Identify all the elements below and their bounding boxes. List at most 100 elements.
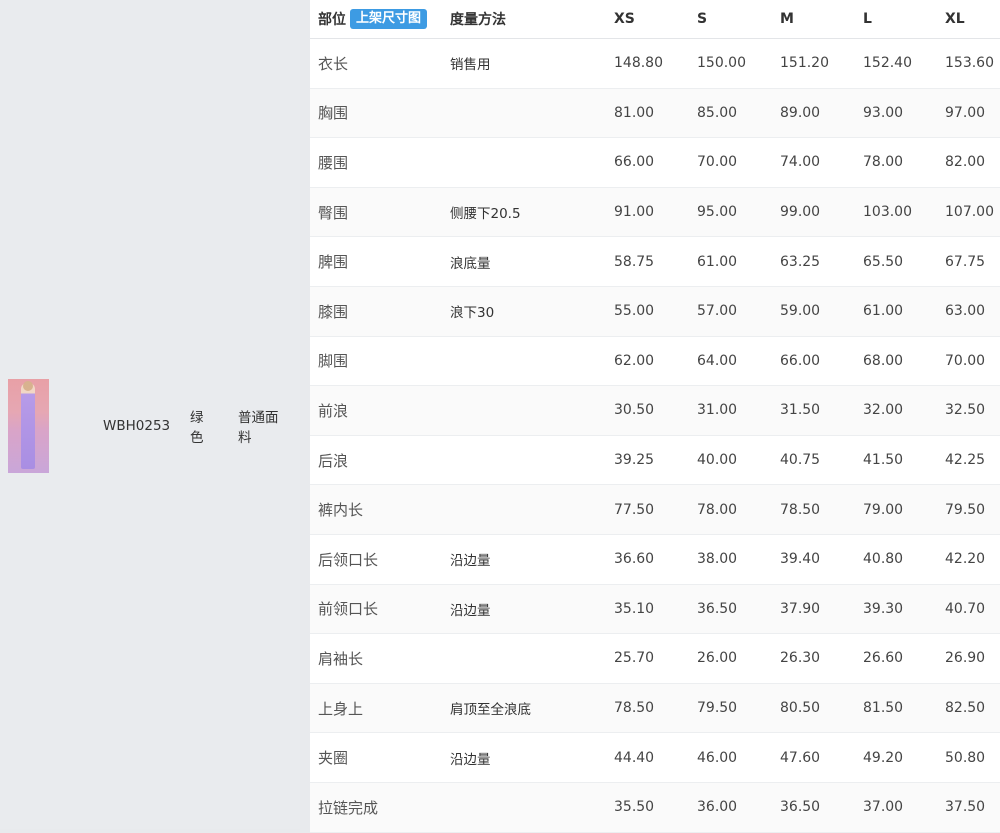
cell-size-xl: 70.00 xyxy=(945,352,986,369)
cell-size-l: 81.50 xyxy=(863,700,904,717)
cell-size-m: 80.50 xyxy=(780,700,821,717)
product-thumbnail[interactable] xyxy=(8,379,49,473)
table-row: 肩袖长 25.70 26.00 26.30 26.60 26.90 xyxy=(310,634,1000,684)
table-row: 脾围 浪底量 58.75 61.00 63.25 65.50 67.75 xyxy=(310,237,1000,287)
cell-part: 上身上 xyxy=(318,699,364,718)
cell-size-xs: 39.25 xyxy=(614,452,655,469)
cell-part: 腰围 xyxy=(318,153,349,172)
table-row: 前领口长 沿边量 35.10 36.50 37.90 39.30 40.70 xyxy=(310,584,1000,635)
cell-size-l: 40.80 xyxy=(863,551,904,568)
cell-size-s: 61.00 xyxy=(697,253,738,270)
cell-size-s: 36.00 xyxy=(697,799,738,816)
cell-method: 沿边量 xyxy=(450,751,491,768)
cell-size-xl: 40.70 xyxy=(945,600,986,617)
header-part: 部位 上架尺寸图 xyxy=(318,0,428,38)
cell-size-l: 37.00 xyxy=(863,799,904,816)
cell-size-xl: 50.80 xyxy=(945,749,986,766)
cell-size-xl: 79.50 xyxy=(945,501,986,518)
cell-size-xl: 32.50 xyxy=(945,402,986,419)
cell-method: 侧腰下20.5 xyxy=(450,206,521,223)
cell-size-xs: 35.50 xyxy=(614,799,655,816)
cell-size-s: 78.00 xyxy=(697,501,738,518)
cell-size-l: 41.50 xyxy=(863,452,904,469)
cell-size-l: 49.20 xyxy=(863,749,904,766)
header-method: 度量方法 xyxy=(450,12,506,28)
cell-size-xl: 42.25 xyxy=(945,452,986,469)
cell-size-xl: 82.00 xyxy=(945,154,986,171)
cell-size-m: 99.00 xyxy=(780,204,821,221)
cell-size-xs: 148.80 xyxy=(614,55,663,72)
header-size-s: S xyxy=(697,11,708,27)
cell-size-l: 79.00 xyxy=(863,501,904,518)
cell-part: 膝围 xyxy=(318,302,349,321)
header-size-xs: XS xyxy=(614,11,635,27)
cell-size-xs: 36.60 xyxy=(614,551,655,568)
cell-size-xs: 62.00 xyxy=(614,352,655,369)
cell-size-l: 78.00 xyxy=(863,154,904,171)
cell-size-xl: 37.50 xyxy=(945,799,986,816)
table-row: 后领口长 沿边量 36.60 38.00 39.40 40.80 42.20 xyxy=(310,535,1000,585)
table-row: 衣长 销售用 148.80 150.00 151.20 152.40 153.60 xyxy=(310,39,1000,89)
cell-size-xs: 81.00 xyxy=(614,104,655,121)
cell-size-xl: 97.00 xyxy=(945,104,986,121)
cell-part: 肩袖长 xyxy=(318,649,364,668)
cell-size-m: 151.20 xyxy=(780,55,829,72)
size-chart-table: 部位 上架尺寸图 度量方法 XS S M L XL 衣长 销售用 148.80 150… xyxy=(310,0,1000,833)
cell-size-m: 47.60 xyxy=(780,749,821,766)
cell-size-s: 150.00 xyxy=(697,55,746,72)
cell-size-s: 85.00 xyxy=(697,104,738,121)
table-row: 上身上 肩顶至全浪底 78.50 79.50 80.50 81.50 82.50 xyxy=(310,683,1000,734)
cell-size-l: 26.60 xyxy=(863,650,904,667)
cell-size-s: 38.00 xyxy=(697,551,738,568)
header-size-xl: XL xyxy=(945,11,965,27)
table-body: 衣长 销售用 148.80 150.00 151.20 152.40 153.60 胸围 81.… xyxy=(310,39,1000,833)
cell-part: 前领口长 xyxy=(318,600,379,619)
cell-size-xs: 44.40 xyxy=(614,749,655,766)
table-row: 后浪 39.25 40.00 40.75 41.50 42.25 xyxy=(310,436,1000,486)
cell-size-xl: 63.00 xyxy=(945,303,986,320)
table-row: 夹圈 沿边量 44.40 46.00 47.60 49.20 50.80 xyxy=(310,733,1000,783)
cell-size-xs: 91.00 xyxy=(614,204,655,221)
table-row: 胸围 81.00 85.00 89.00 93.00 97.00 xyxy=(310,88,1000,139)
table-row: 腰围 66.00 70.00 74.00 78.00 82.00 xyxy=(310,138,1000,188)
cell-part: 拉链完成 xyxy=(318,798,379,817)
cell-size-xl: 82.50 xyxy=(945,700,986,717)
cell-size-s: 79.50 xyxy=(697,700,738,717)
product-color: 绿色 xyxy=(190,410,204,446)
header-size-m: M xyxy=(780,11,794,27)
cell-size-m: 74.00 xyxy=(780,154,821,171)
header-part-label: 部位 xyxy=(318,12,346,28)
table-row: 拉链完成 35.50 36.00 36.50 37.00 37.50 xyxy=(310,782,1000,833)
cell-size-xs: 30.50 xyxy=(614,402,655,419)
cell-method: 浪底量 xyxy=(450,255,491,272)
cell-method: 沿边量 xyxy=(450,602,491,619)
cell-method: 肩顶至全浪底 xyxy=(450,702,531,719)
model-figure xyxy=(21,381,35,469)
listing-size-chart-button[interactable]: 上架尺寸图 xyxy=(350,9,428,29)
table-row: 膝围 浪下30 55.00 57.00 59.00 61.00 63.00 xyxy=(310,286,1000,337)
cell-method: 销售用 xyxy=(450,57,491,74)
cell-method: 沿边量 xyxy=(450,553,491,570)
cell-size-s: 31.00 xyxy=(697,402,738,419)
cell-part: 脾围 xyxy=(318,253,349,272)
cell-size-l: 103.00 xyxy=(863,204,912,221)
cell-size-xs: 77.50 xyxy=(614,501,655,518)
cell-size-m: 59.00 xyxy=(780,303,821,320)
cell-size-xs: 78.50 xyxy=(614,700,655,717)
product-sku: WBH0253 xyxy=(103,418,171,434)
cell-size-m: 39.40 xyxy=(780,551,821,568)
cell-size-l: 93.00 xyxy=(863,104,904,121)
cell-part: 脚围 xyxy=(318,352,349,371)
table-row: 裤内长 77.50 78.00 78.50 79.00 79.50 xyxy=(310,485,1000,535)
cell-size-s: 95.00 xyxy=(697,204,738,221)
cell-size-m: 37.90 xyxy=(780,600,821,617)
cell-part: 胸围 xyxy=(318,104,349,123)
cell-size-l: 65.50 xyxy=(863,253,904,270)
cell-size-m: 36.50 xyxy=(780,799,821,816)
cell-size-m: 31.50 xyxy=(780,402,821,419)
cell-size-m: 89.00 xyxy=(780,104,821,121)
cell-size-s: 70.00 xyxy=(697,154,738,171)
cell-size-m: 78.50 xyxy=(780,501,821,518)
cell-part: 后浪 xyxy=(318,451,349,470)
header-size-l: L xyxy=(863,11,872,27)
